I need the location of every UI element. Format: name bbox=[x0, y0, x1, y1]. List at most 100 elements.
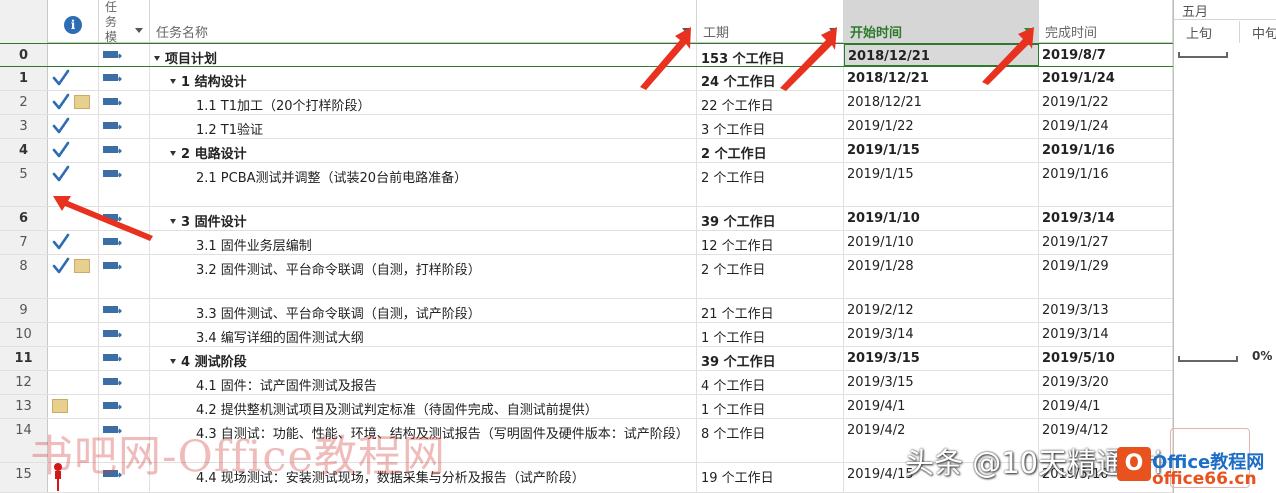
note-icon[interactable] bbox=[74, 259, 90, 273]
task-mode-cell[interactable] bbox=[99, 207, 150, 230]
task-row[interactable]: 0 项目计划 153 个工作日 2018/12/21 2019/8/7 bbox=[0, 43, 1173, 67]
task-name-column-header[interactable]: 任务名称 bbox=[150, 0, 697, 43]
start-cell[interactable]: 2019/1/10 bbox=[844, 231, 1039, 254]
chevron-down-icon[interactable] bbox=[135, 28, 143, 33]
finish-cell[interactable]: 2019/1/16 bbox=[1039, 139, 1173, 162]
start-cell[interactable]: 2019/1/15 bbox=[844, 163, 1039, 206]
finish-cell[interactable]: 2019/1/27 bbox=[1039, 231, 1173, 254]
collapse-triangle-icon[interactable] bbox=[170, 79, 176, 84]
start-column-header[interactable]: 开始时间 bbox=[844, 0, 1039, 43]
indicators-column-header[interactable]: i bbox=[48, 0, 99, 43]
finish-column-header[interactable]: 完成时间 bbox=[1039, 0, 1173, 43]
task-mode-cell[interactable] bbox=[99, 231, 150, 254]
start-cell[interactable]: 2019/1/10 bbox=[844, 207, 1039, 230]
start-cell[interactable]: 2019/1/22 bbox=[844, 115, 1039, 138]
start-cell[interactable]: 2018/12/21 bbox=[844, 91, 1039, 114]
start-cell[interactable]: 2019/3/15 bbox=[844, 347, 1039, 370]
collapse-triangle-icon[interactable] bbox=[170, 151, 176, 156]
duration-cell[interactable]: 8 个工作日 bbox=[697, 419, 844, 462]
filter-dropdown-icon[interactable] bbox=[1024, 28, 1032, 33]
task-row[interactable]: 10 3.4 编写详细的固件测试大纲 1 个工作日 2019/3/14 2019/3/1… bbox=[0, 323, 1173, 347]
finish-cell[interactable]: 2019/1/29 bbox=[1039, 255, 1173, 298]
row-id[interactable]: 3 bbox=[0, 115, 48, 138]
summary-bar[interactable] bbox=[1178, 356, 1238, 362]
task-mode-column-header[interactable]: 任务模 bbox=[99, 0, 150, 44]
finish-cell[interactable]: 2019/3/14 bbox=[1039, 323, 1173, 346]
start-cell[interactable]: 2019/3/15 bbox=[844, 371, 1039, 394]
chevron-down-icon[interactable] bbox=[829, 28, 837, 33]
note-icon[interactable] bbox=[52, 399, 68, 413]
row-id[interactable]: 6 bbox=[0, 207, 48, 230]
duration-column-header[interactable]: 工期 bbox=[697, 0, 844, 43]
collapse-triangle-icon[interactable] bbox=[154, 56, 160, 61]
duration-cell[interactable]: 4 个工作日 bbox=[697, 371, 844, 394]
task-mode-cell[interactable] bbox=[99, 44, 150, 66]
duration-cell[interactable]: 19 个工作日 bbox=[697, 463, 844, 492]
task-name-cell[interactable]: 4 测试阶段 bbox=[150, 347, 697, 370]
task-name-cell[interactable]: 3.3 固件测试、平台命令联调（自测，试产阶段） bbox=[150, 299, 697, 322]
duration-cell[interactable]: 39 个工作日 bbox=[697, 347, 844, 370]
task-name-cell[interactable]: 项目计划 bbox=[150, 44, 697, 66]
duration-cell[interactable]: 12 个工作日 bbox=[697, 231, 844, 254]
task-row[interactable]: 12 4.1 固件：试产固件测试及报告 4 个工作日 2019/3/15 2019/3/… bbox=[0, 371, 1173, 395]
row-id[interactable]: 5 bbox=[0, 163, 48, 206]
duration-cell[interactable]: 2 个工作日 bbox=[697, 163, 844, 206]
task-row[interactable]: 6 3 固件设计 39 个工作日 2019/1/10 2019/3/14 bbox=[0, 207, 1173, 231]
row-id[interactable]: 4 bbox=[0, 139, 48, 162]
duration-cell[interactable]: 153 个工作日 bbox=[697, 44, 844, 66]
start-cell[interactable]: 2019/1/28 bbox=[844, 255, 1039, 298]
task-mode-cell[interactable] bbox=[99, 255, 150, 298]
task-row[interactable]: 1 1 结构设计 24 个工作日 2018/12/21 2019/1/24 bbox=[0, 67, 1173, 91]
row-id[interactable]: 1 bbox=[0, 67, 48, 90]
task-mode-cell[interactable] bbox=[99, 115, 150, 138]
finish-cell[interactable]: 2019/1/24 bbox=[1039, 67, 1173, 90]
task-name-cell[interactable]: 4.2 提供整机测试项目及测试判定标准（待固件完成、自测试前提供） bbox=[150, 395, 697, 418]
finish-cell[interactable]: 2019/1/24 bbox=[1039, 115, 1173, 138]
task-name-cell[interactable]: 3 固件设计 bbox=[150, 207, 697, 230]
finish-cell[interactable]: 2019/4/1 bbox=[1039, 395, 1173, 418]
task-name-cell[interactable]: 3.2 固件测试、平台命令联调（自测，打样阶段） bbox=[150, 255, 697, 298]
summary-bar[interactable] bbox=[1178, 52, 1228, 58]
task-mode-cell[interactable] bbox=[99, 139, 150, 162]
task-row[interactable]: 13 4.2 提供整机测试项目及测试判定标准（待固件完成、自测试前提供） 1 个工作… bbox=[0, 395, 1173, 419]
select-all-corner[interactable] bbox=[0, 0, 48, 43]
chevron-down-icon[interactable] bbox=[682, 28, 690, 33]
duration-cell[interactable]: 22 个工作日 bbox=[697, 91, 844, 114]
start-cell[interactable]: 2018/12/21 bbox=[844, 44, 1039, 66]
task-name-cell[interactable]: 1.2 T1验证 bbox=[150, 115, 697, 138]
task-mode-cell[interactable] bbox=[99, 371, 150, 394]
task-name-cell[interactable]: 2.1 PCBA测试并调整（试装20台前电路准备） bbox=[150, 163, 697, 206]
finish-cell[interactable]: 2019/1/22 bbox=[1039, 91, 1173, 114]
finish-cell[interactable]: 2019/8/7 bbox=[1039, 44, 1173, 66]
duration-cell[interactable]: 2 个工作日 bbox=[697, 255, 844, 298]
task-row[interactable]: 11 4 测试阶段 39 个工作日 2019/3/15 2019/5/10 bbox=[0, 347, 1173, 371]
task-row[interactable]: 2 1.1 T1加工（20个打样阶段） 22 个工作日 2018/12/21 2019/… bbox=[0, 91, 1173, 115]
duration-cell[interactable]: 1 个工作日 bbox=[697, 323, 844, 346]
finish-cell[interactable]: 2019/3/14 bbox=[1039, 207, 1173, 230]
row-id[interactable]: 0 bbox=[0, 44, 48, 66]
task-mode-cell[interactable] bbox=[99, 67, 150, 90]
duration-cell[interactable]: 1 个工作日 bbox=[697, 395, 844, 418]
row-id[interactable]: 11 bbox=[0, 347, 48, 370]
row-id[interactable]: 2 bbox=[0, 91, 48, 114]
duration-cell[interactable]: 3 个工作日 bbox=[697, 115, 844, 138]
row-id[interactable]: 8 bbox=[0, 255, 48, 298]
row-id[interactable]: 13 bbox=[0, 395, 48, 418]
task-name-cell[interactable]: 4.1 固件：试产固件测试及报告 bbox=[150, 371, 697, 394]
start-cell[interactable]: 2019/1/15 bbox=[844, 139, 1039, 162]
start-cell[interactable]: 2019/3/14 bbox=[844, 323, 1039, 346]
finish-cell[interactable]: 2019/3/13 bbox=[1039, 299, 1173, 322]
task-name-cell[interactable]: 1 结构设计 bbox=[150, 67, 697, 90]
start-cell[interactable]: 2019/2/12 bbox=[844, 299, 1039, 322]
task-name-cell[interactable]: 3.1 固件业务层编制 bbox=[150, 231, 697, 254]
row-id[interactable]: 12 bbox=[0, 371, 48, 394]
duration-cell[interactable]: 21 个工作日 bbox=[697, 299, 844, 322]
task-row[interactable]: 4 2 电路设计 2 个工作日 2019/1/15 2019/1/16 bbox=[0, 139, 1173, 163]
duration-cell[interactable]: 2 个工作日 bbox=[697, 139, 844, 162]
task-row[interactable]: 9 3.3 固件测试、平台命令联调（自测，试产阶段） 21 个工作日 2019/2/1… bbox=[0, 299, 1173, 323]
finish-cell[interactable]: 2019/1/16 bbox=[1039, 163, 1173, 206]
finish-cell[interactable]: 2019/5/10 bbox=[1039, 347, 1173, 370]
row-id[interactable]: 10 bbox=[0, 323, 48, 346]
task-mode-cell[interactable] bbox=[99, 91, 150, 114]
row-id[interactable]: 7 bbox=[0, 231, 48, 254]
